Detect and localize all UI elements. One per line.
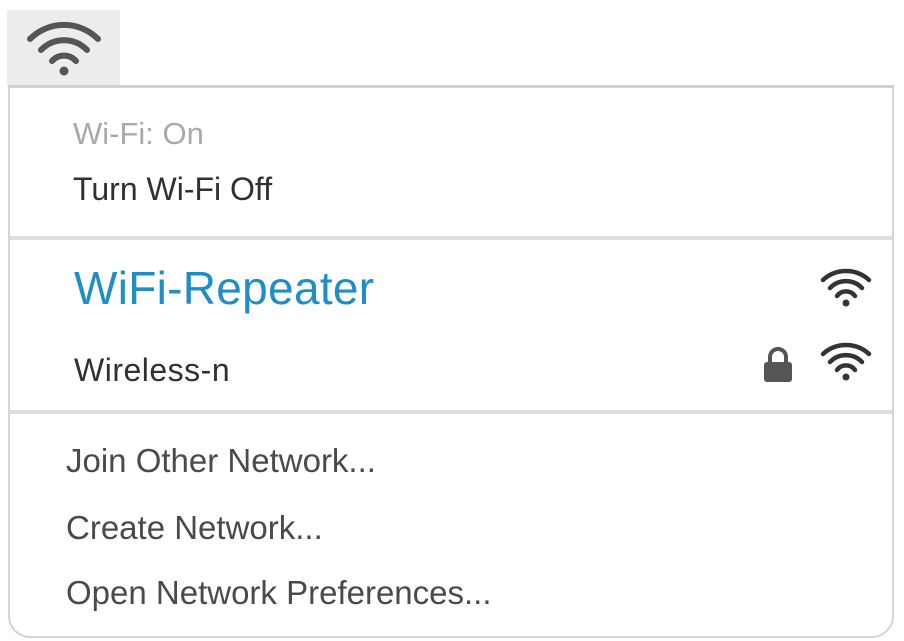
wifi-signal-icon: [820, 268, 872, 307]
wifi-icon: [26, 21, 101, 76]
turn-wifi-off-item[interactable]: Turn Wi-Fi Off: [73, 164, 892, 214]
menubar-wifi-button[interactable]: [7, 10, 120, 86]
join-other-network-item[interactable]: Join Other Network...: [66, 435, 892, 487]
open-network-preferences-item[interactable]: Open Network Preferences...: [66, 567, 892, 619]
wifi-status-label: Wi-Fi: On: [73, 116, 204, 151]
create-network-label: Create Network...: [66, 509, 323, 546]
wifi-dropdown-menu: Wi-Fi: On Turn Wi-Fi Off WiFi-Repeater W…: [8, 85, 894, 638]
create-network-item[interactable]: Create Network...: [66, 502, 892, 554]
separator: [10, 236, 892, 240]
separator: [10, 410, 892, 414]
network-item-wifi-repeater[interactable]: WiFi-Repeater: [74, 256, 892, 320]
network-name: WiFi-Repeater: [74, 262, 375, 314]
open-network-preferences-label: Open Network Preferences...: [66, 574, 492, 611]
lock-icon: [764, 347, 792, 382]
turn-wifi-off-label: Turn Wi-Fi Off: [73, 170, 273, 207]
join-other-network-label: Join Other Network...: [66, 442, 376, 479]
wifi-status-row: Wi-Fi: On: [73, 110, 892, 158]
wifi-signal-icon: [820, 342, 872, 381]
network-name: Wireless-n: [74, 351, 231, 388]
